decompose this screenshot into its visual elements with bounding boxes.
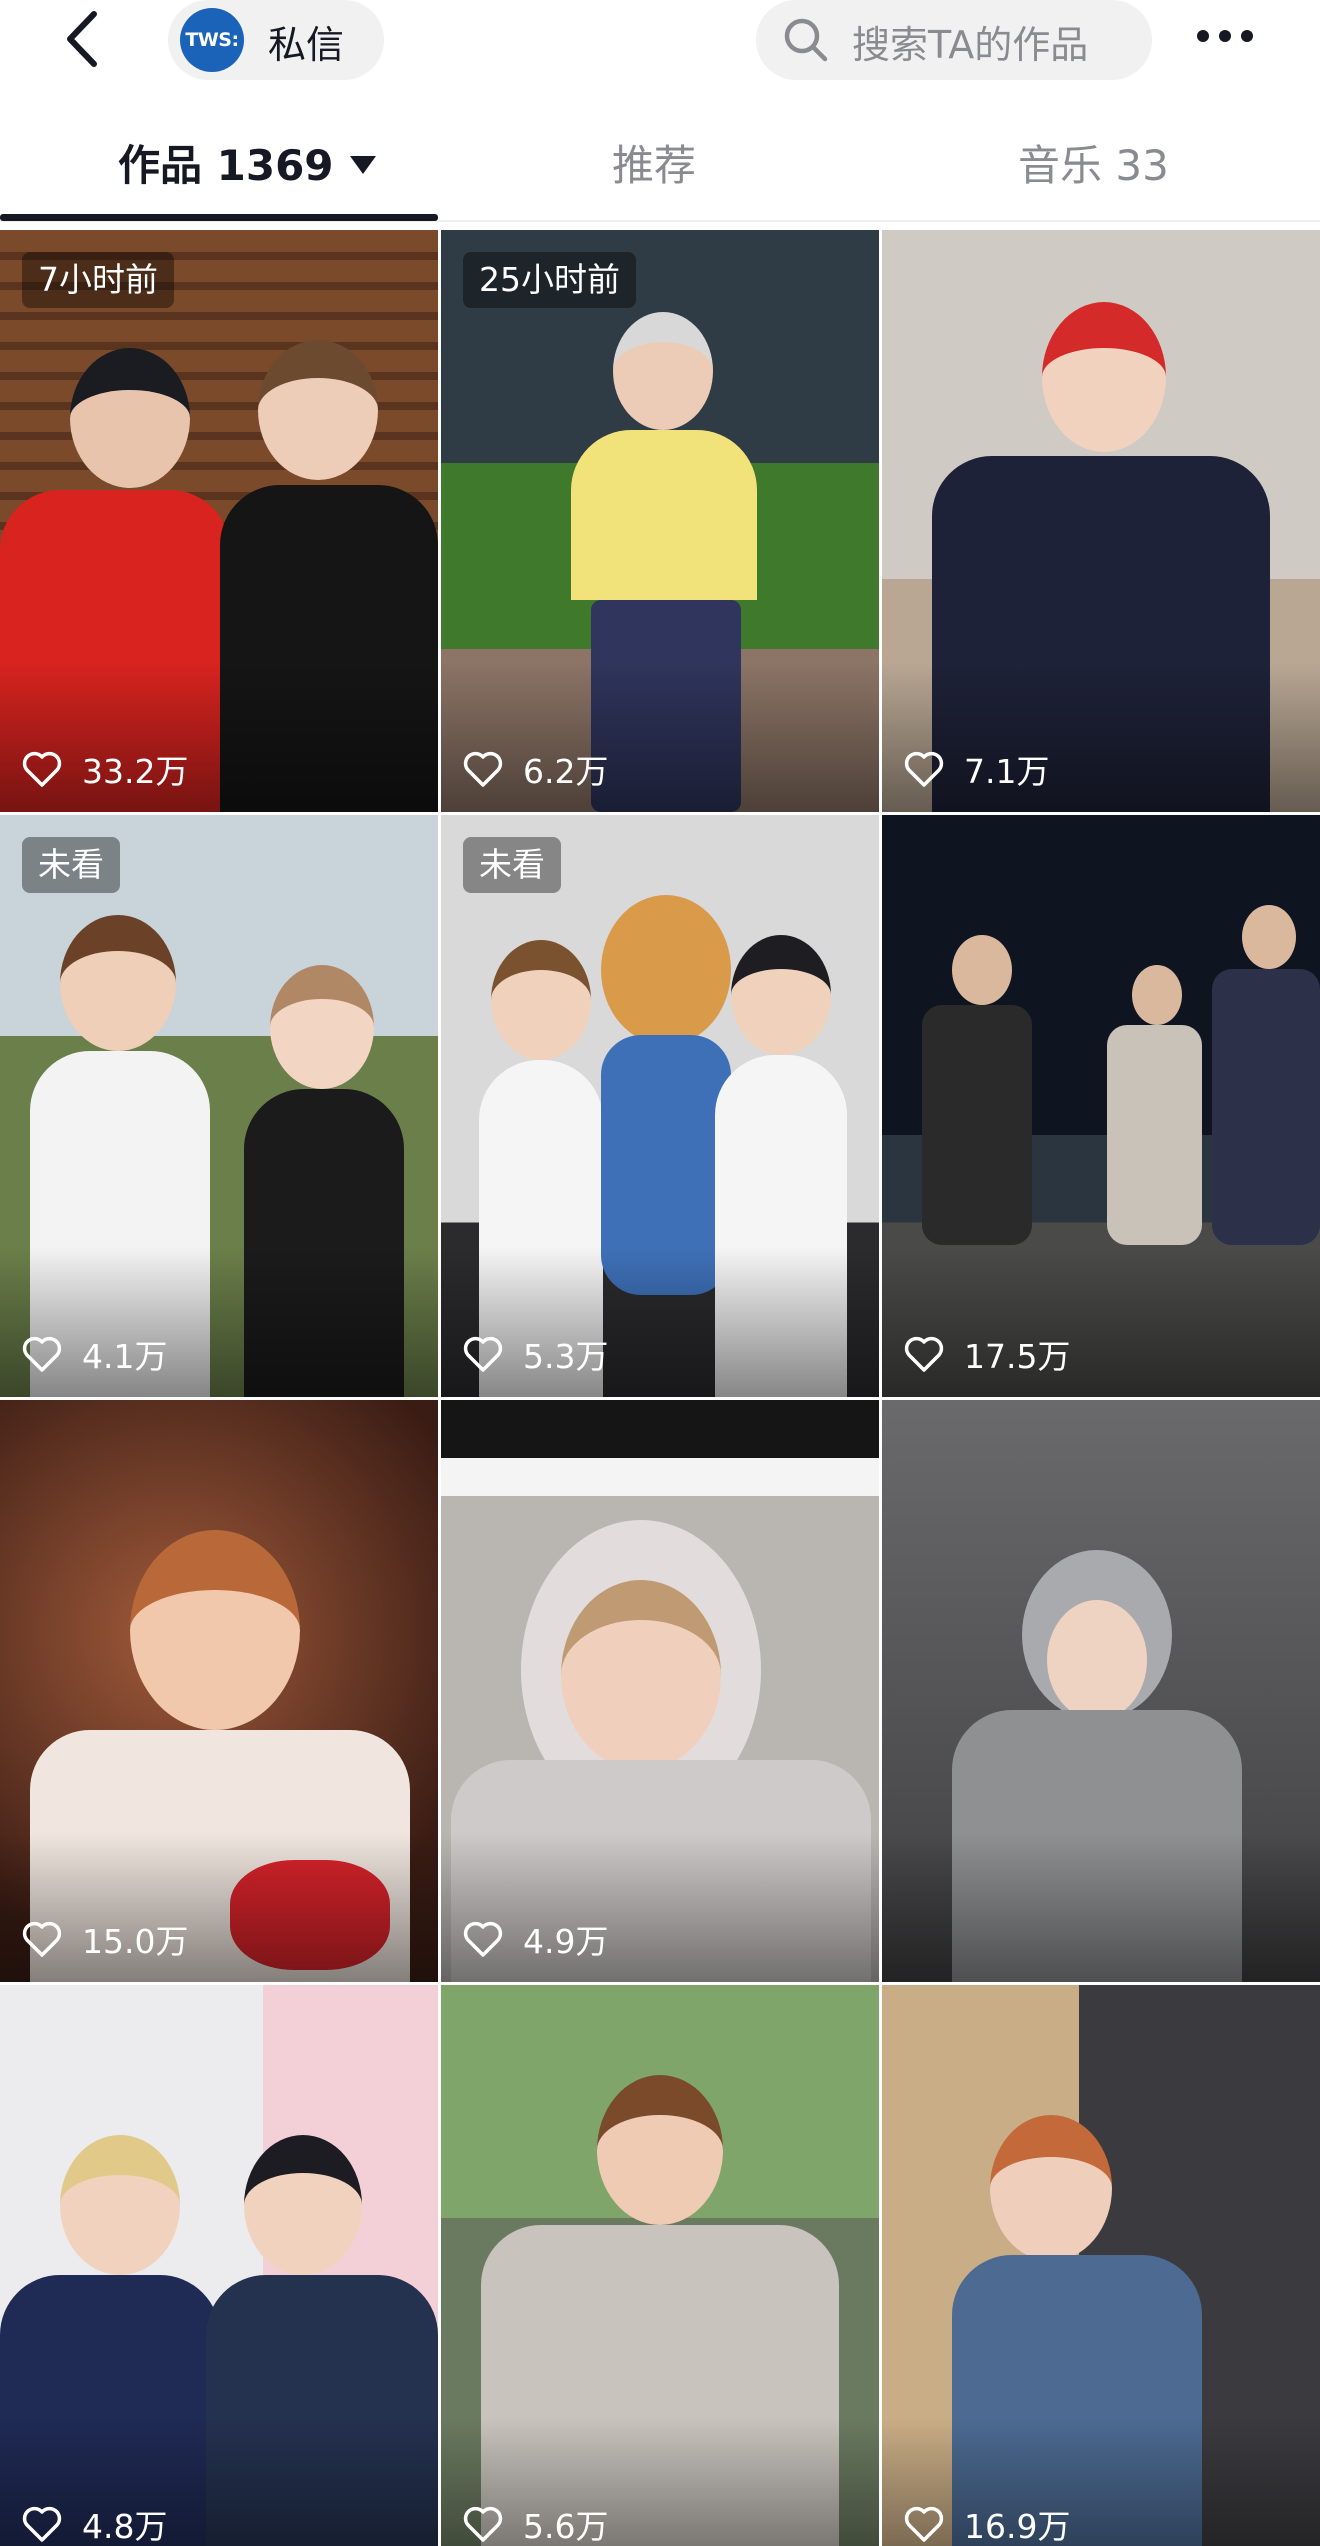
- chevron-left-icon: [67, 11, 97, 67]
- video-tile[interactable]: 17.5万: [882, 815, 1320, 1397]
- heart-icon: [463, 1336, 503, 1372]
- more-button[interactable]: [1190, 14, 1260, 58]
- heart-icon: [463, 1921, 503, 1957]
- video-tile[interactable]: 25小时前 6.2万: [441, 230, 879, 812]
- video-tile[interactable]: 未看 5.3万: [441, 815, 879, 1397]
- video-tile[interactable]: 4.8万: [0, 1985, 438, 2546]
- heart-icon: [904, 751, 944, 787]
- video-grid: 7小时前 33.2万 25小时前 6.2万 7.1万 未看 4.1万 未看 5.…: [0, 230, 1320, 2546]
- search-icon: [784, 18, 828, 62]
- time-badge: 7小时前: [22, 252, 174, 308]
- search-placeholder: 搜索TA的作品: [852, 23, 1089, 67]
- bottom-shade: [882, 1832, 1320, 1982]
- like-count: 4.8万: [20, 2499, 167, 2546]
- direct-message-button[interactable]: TWS: 私信: [168, 0, 384, 80]
- search-input[interactable]: 搜索TA的作品: [756, 0, 1152, 80]
- like-count: 33.2万: [20, 744, 188, 794]
- like-count-value: 5.6万: [523, 2507, 609, 2546]
- like-count: 5.6万: [461, 2499, 608, 2546]
- like-count-value: 4.8万: [82, 2507, 168, 2546]
- direct-message-label: 私信: [268, 23, 345, 67]
- like-count-value: 7.1万: [964, 752, 1050, 791]
- more-dots-icon: [1197, 30, 1253, 42]
- like-count-value: 17.5万: [964, 1337, 1071, 1376]
- like-count-value: 33.2万: [82, 752, 189, 791]
- back-button[interactable]: [52, 4, 116, 74]
- time-badge: 25小时前: [463, 252, 636, 308]
- like-count-value: 15.0万: [82, 1922, 189, 1961]
- video-tile[interactable]: [882, 1400, 1320, 1982]
- like-count-value: 16.9万: [964, 2507, 1071, 2546]
- like-count-value: 5.3万: [523, 1337, 609, 1376]
- top-bar: TWS: 私信 搜索TA的作品: [0, 0, 1320, 82]
- video-tile[interactable]: 4.9万: [441, 1400, 879, 1982]
- video-tile[interactable]: 未看 4.1万: [0, 815, 438, 1397]
- heart-icon: [22, 1336, 62, 1372]
- caret-down-icon[interactable]: [349, 155, 376, 174]
- video-tile[interactable]: 16.9万: [882, 1985, 1320, 2546]
- tab-works[interactable]: 作品 1369: [118, 132, 376, 192]
- like-count-value: 4.9万: [523, 1922, 609, 1961]
- like-count: 15.0万: [20, 1914, 188, 1964]
- profile-tabs: 作品 1369 推荐 音乐 33: [0, 118, 1320, 222]
- video-tile[interactable]: 7小时前 33.2万: [0, 230, 438, 812]
- like-count: 6.2万: [461, 744, 608, 794]
- like-count: 4.1万: [20, 1329, 167, 1379]
- active-tab-indicator: [0, 214, 438, 221]
- video-tile[interactable]: 5.6万: [441, 1985, 879, 2546]
- like-count: 17.5万: [902, 1329, 1070, 1379]
- like-count: 16.9万: [902, 2499, 1070, 2546]
- avatar: TWS:: [180, 8, 244, 72]
- like-count-value: 4.1万: [82, 1337, 168, 1376]
- like-count: 7.1万: [902, 744, 1049, 794]
- like-count: 4.9万: [461, 1914, 608, 1964]
- unwatched-badge: 未看: [463, 837, 561, 893]
- video-tile[interactable]: 7.1万: [882, 230, 1320, 812]
- like-count: 5.3万: [461, 1329, 608, 1379]
- tab-music[interactable]: 音乐 33: [1018, 132, 1169, 192]
- heart-icon: [22, 1921, 62, 1957]
- unwatched-badge: 未看: [22, 837, 120, 893]
- heart-icon: [904, 2506, 944, 2542]
- tab-works-label: 作品 1369: [118, 141, 334, 190]
- heart-icon: [904, 1336, 944, 1372]
- video-tile[interactable]: 15.0万: [0, 1400, 438, 1982]
- heart-icon: [22, 751, 62, 787]
- heart-icon: [22, 2506, 62, 2542]
- tab-recommended[interactable]: 推荐: [612, 132, 696, 192]
- like-count-value: 6.2万: [523, 752, 609, 791]
- heart-icon: [463, 2506, 503, 2542]
- heart-icon: [463, 751, 503, 787]
